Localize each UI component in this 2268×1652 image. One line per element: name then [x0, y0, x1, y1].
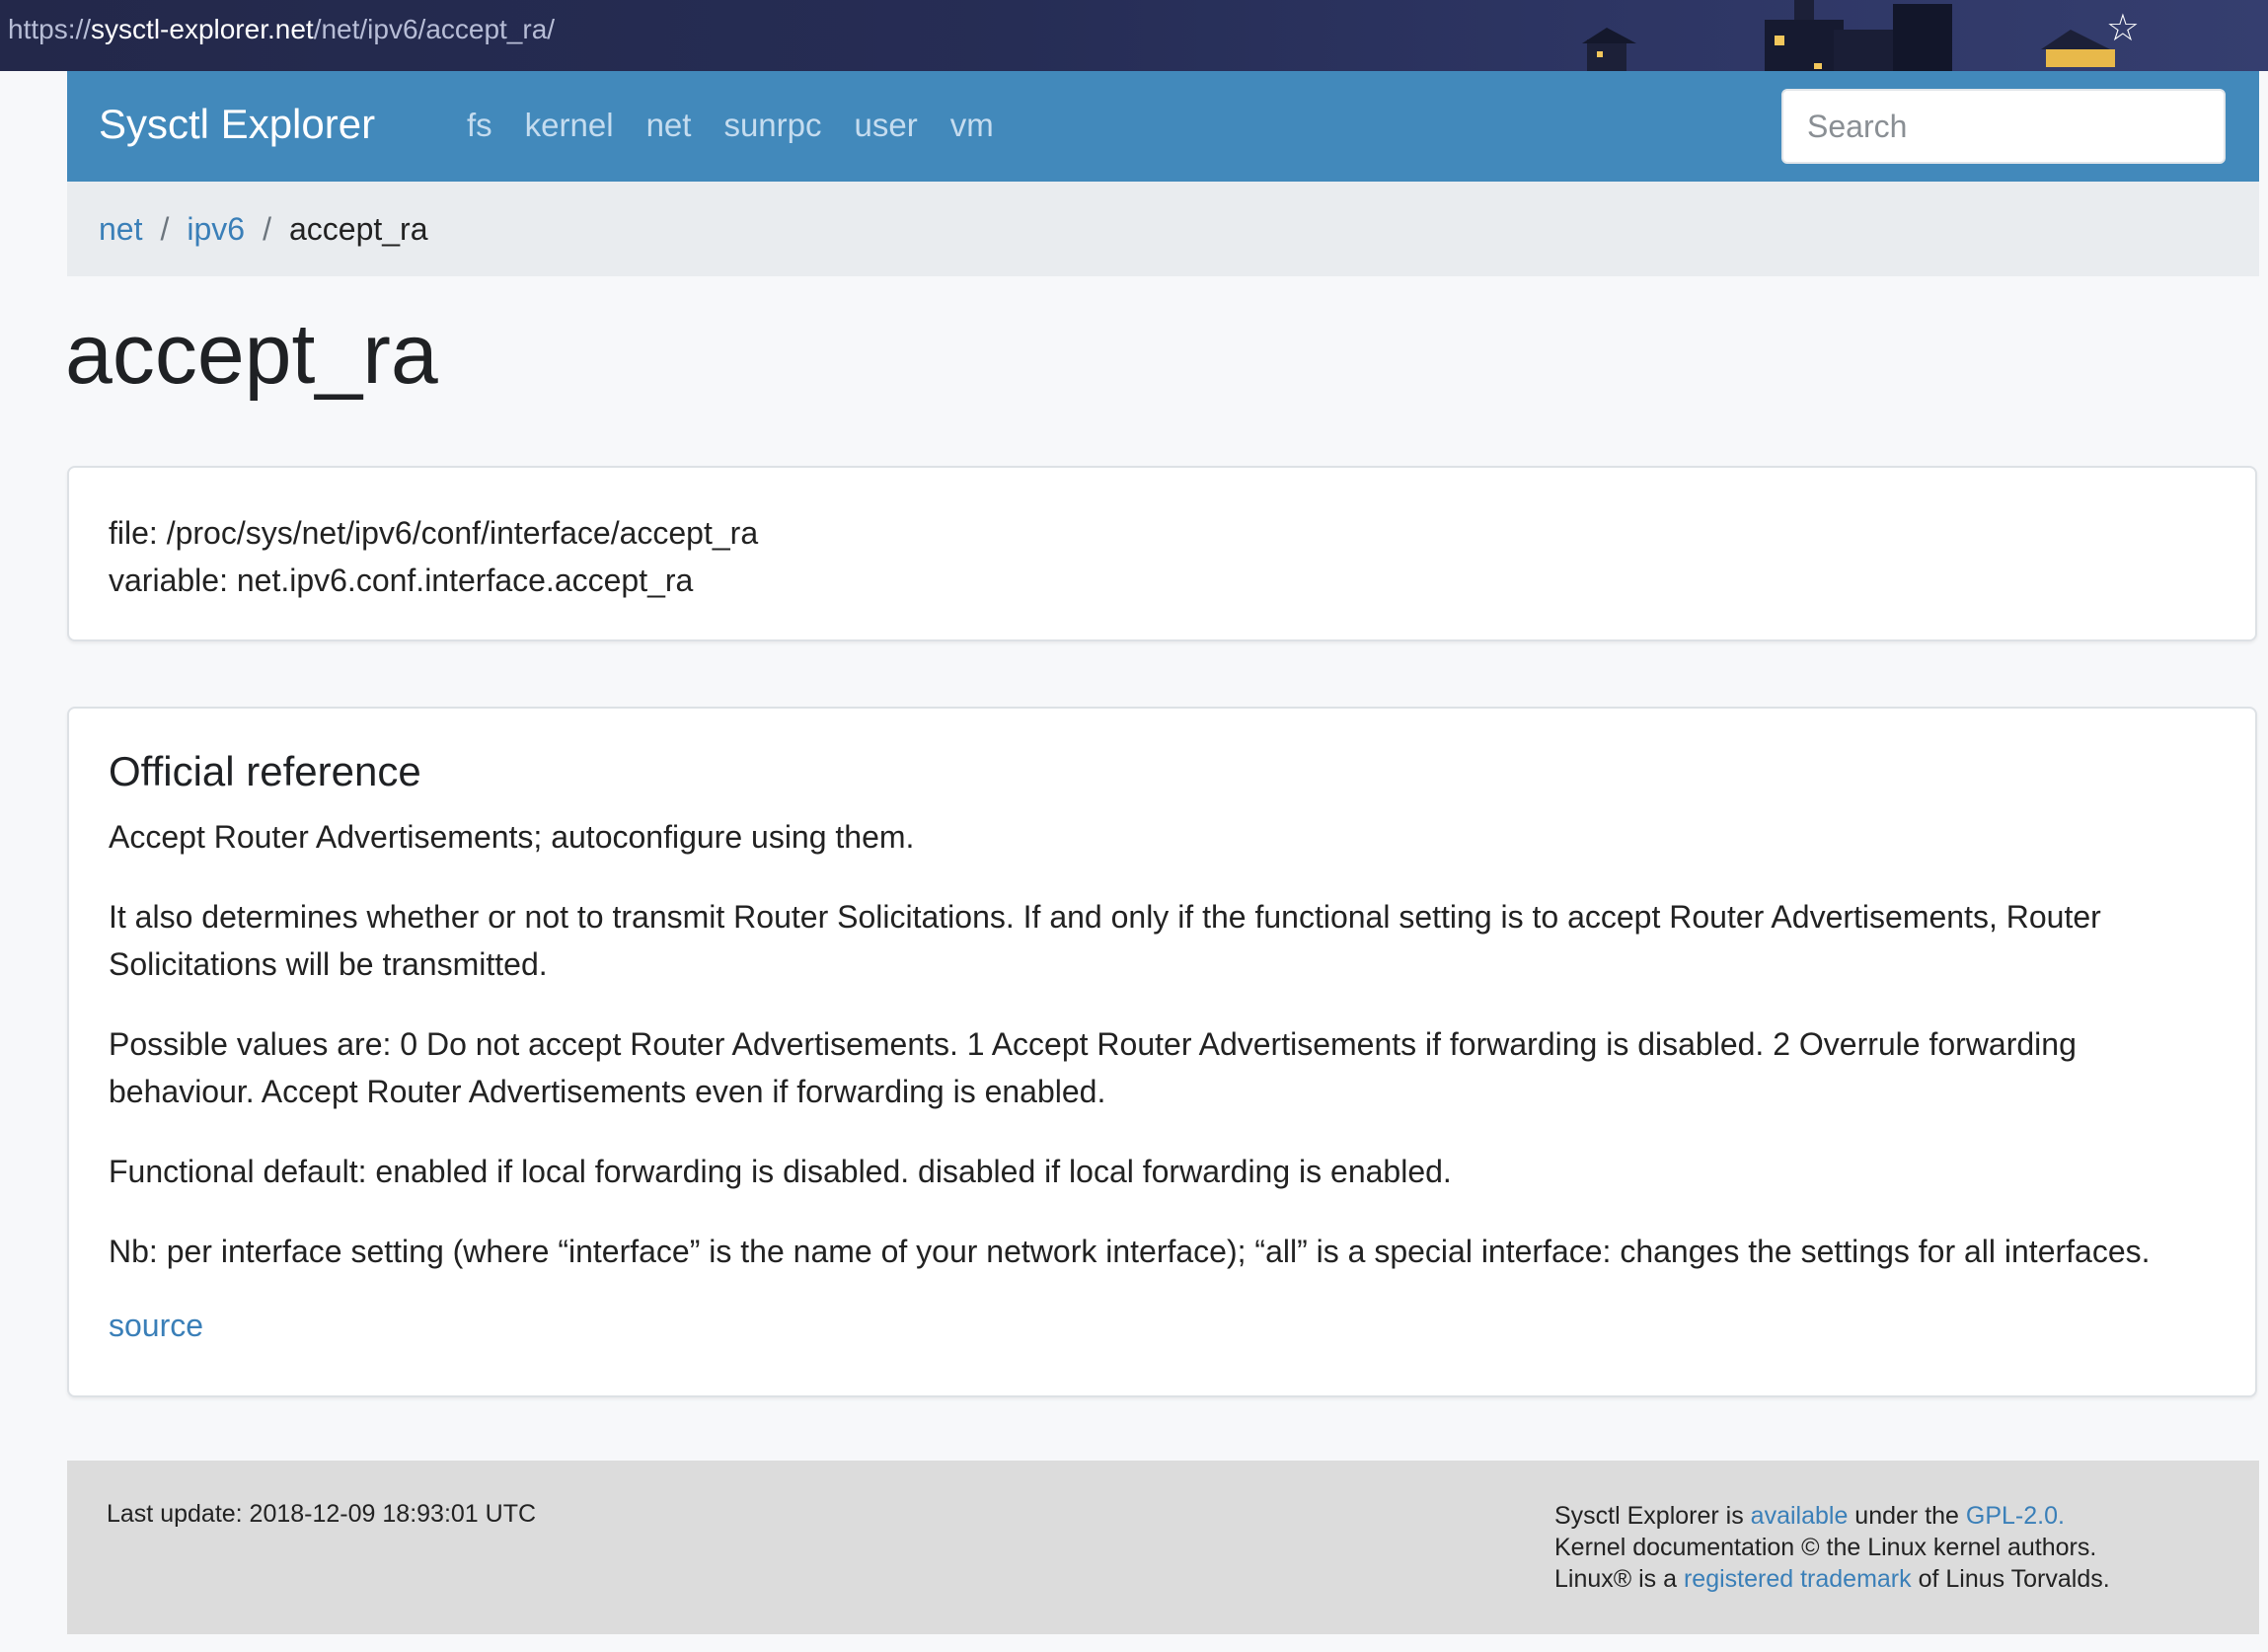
breadcrumb: net / ipv6 / accept_ra	[67, 182, 2259, 276]
decorative-night-city-icon	[1582, 0, 2115, 71]
browser-url-bar[interactable]: https://sysctl-explorer.net/net/ipv6/acc…	[0, 0, 2268, 71]
nav-link-user[interactable]: user	[855, 107, 918, 144]
nav-link-vm[interactable]: vm	[950, 107, 994, 144]
source-link[interactable]: source	[109, 1308, 203, 1343]
footer-text: of Linus Torvalds.	[1911, 1565, 2110, 1593]
reference-paragraph: It also determines whether or not to tra…	[109, 899, 2101, 982]
footer-credits: Sysctl Explorer is available under the G…	[1554, 1500, 2110, 1595]
search-input[interactable]	[1781, 89, 2226, 164]
breadcrumb-link-ipv6[interactable]: ipv6	[187, 211, 245, 248]
breadcrumb-link-net[interactable]: net	[99, 211, 142, 248]
breadcrumb-separator: /	[263, 210, 271, 247]
nav-link-net[interactable]: net	[646, 107, 692, 144]
nav-link-sunrpc[interactable]: sunrpc	[723, 107, 821, 144]
breadcrumb-separator: /	[160, 210, 170, 247]
footer-kernel-doc-line: Kernel documentation © the Linux kernel …	[1554, 1534, 2097, 1561]
breadcrumb-current: accept_ra	[288, 210, 428, 247]
footer-license-line: Sysctl Explorer is available under the G…	[1554, 1500, 2110, 1532]
page-title: accept_ra	[65, 307, 438, 402]
reference-paragraph: Accept Router Advertisements; autoconfig…	[109, 819, 915, 855]
bookmark-star-icon[interactable]: ☆	[2106, 10, 2140, 47]
available-link[interactable]: available	[1751, 1502, 1849, 1530]
reference-paragraph: Nb: per interface setting (where “interf…	[109, 1234, 2151, 1269]
reference-heading: Official reference	[109, 748, 421, 794]
official-reference-card: Official reference Accept Router Adverti…	[67, 707, 2257, 1397]
site-footer: Last update: 2018-12-09 18:93:01 UTC Sys…	[67, 1461, 2259, 1634]
nav-link-kernel[interactable]: kernel	[525, 107, 614, 144]
url-text: https://sysctl-explorer.net/net/ipv6/acc…	[8, 14, 555, 45]
footer-trademark-line: Linux® is a registered trademark of Linu…	[1554, 1563, 2110, 1595]
url-host: sysctl-explorer.net	[91, 14, 314, 44]
reference-paragraph: Possible values are: 0 Do not accept Rou…	[109, 1026, 2077, 1109]
brand-link[interactable]: Sysctl Explorer	[99, 101, 375, 148]
footer-text: Linux® is a	[1554, 1565, 1684, 1593]
site-navbar: Sysctl Explorer fs kernel net sunrpc use…	[67, 71, 2259, 182]
file-path-text: file: /proc/sys/net/ipv6/conf/interface/…	[109, 515, 759, 551]
url-scheme: https://	[8, 14, 92, 44]
variable-name-text: variable: net.ipv6.conf.interface.accept…	[109, 563, 694, 598]
footer-text: under the	[1848, 1502, 1966, 1530]
footer-text: Sysctl Explorer is	[1554, 1502, 1751, 1530]
trademark-link[interactable]: registered trademark	[1684, 1565, 1912, 1593]
last-update-text: Last update: 2018-12-09 18:93:01 UTC	[107, 1500, 537, 1528]
nav-link-fs[interactable]: fs	[467, 107, 492, 144]
url-path: /net/ipv6/accept_ra/	[313, 14, 556, 44]
file-info-card: file: /proc/sys/net/ipv6/conf/interface/…	[67, 466, 2257, 641]
gpl-link[interactable]: GPL-2.0.	[1966, 1502, 2065, 1530]
nav-links: fs kernel net sunrpc user vm	[467, 107, 1026, 144]
reference-paragraph: Functional default: enabled if local for…	[109, 1154, 1452, 1189]
